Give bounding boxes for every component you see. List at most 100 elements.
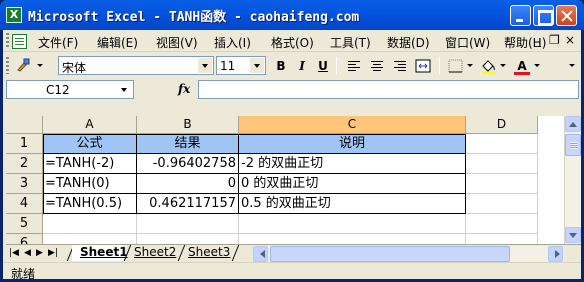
menu-format[interactable]: 格式(O) [271, 34, 314, 51]
font-size-select[interactable]: 11 [216, 56, 266, 75]
maximize-button[interactable] [533, 5, 554, 26]
name-box-dropdown-icon[interactable] [117, 82, 131, 97]
toolbar-grip[interactable] [6, 57, 9, 74]
column-header-d[interactable]: D [466, 116, 538, 134]
cell-c2[interactable]: -2 的双曲正切 [239, 154, 466, 174]
italic-button[interactable]: I [292, 57, 312, 75]
sheet-tab-1[interactable]: Sheet1 [72, 245, 128, 261]
cell-c5[interactable] [239, 214, 466, 234]
cell-c3[interactable]: 0 的双曲正切 [239, 174, 466, 194]
column-header-a[interactable]: A [43, 116, 137, 134]
row-header-3[interactable]: 3 [6, 174, 43, 194]
cell-a2[interactable]: =TANH(-2) [43, 154, 137, 174]
menu-edit[interactable]: 编辑(E) [97, 34, 138, 51]
cell-d1[interactable] [466, 134, 538, 154]
title-bar[interactable]: X Microsoft Excel - TANH函数 - caohaifeng.… [0, 0, 584, 30]
toolbar-options-icon[interactable] [37, 64, 43, 70]
column-header-b[interactable]: B [137, 116, 239, 134]
row-header-1[interactable]: 1 [6, 134, 43, 154]
cell-a1[interactable]: 公式 [43, 134, 137, 154]
formula-input[interactable] [198, 80, 579, 99]
borders-dropdown-icon[interactable] [467, 64, 473, 70]
first-sheet-icon[interactable]: |◀ [9, 248, 19, 258]
menu-file[interactable]: 文件(F) [38, 34, 78, 51]
align-left-icon[interactable] [344, 57, 364, 75]
align-right-icon[interactable] [390, 57, 410, 75]
format-painter-icon[interactable] [13, 57, 33, 75]
cell-b5[interactable] [137, 214, 239, 234]
cell-c1[interactable]: 说明 [239, 134, 466, 154]
font-size-dropdown-icon[interactable] [250, 58, 264, 73]
close-button[interactable] [556, 5, 577, 26]
arrow-up-icon [569, 118, 577, 127]
menu-grip[interactable] [6, 33, 9, 49]
cell-d4[interactable] [466, 194, 538, 214]
scroll-down-button[interactable] [565, 227, 581, 243]
arrow-left-icon [256, 250, 265, 258]
scroll-up-button[interactable] [565, 116, 581, 132]
status-bar: 就绪 [3, 262, 581, 281]
cell-b1[interactable]: 结果 [137, 134, 239, 154]
row-header-2[interactable]: 2 [6, 154, 43, 174]
table-border-left [43, 134, 44, 214]
fill-color-icon[interactable] [479, 57, 499, 75]
align-center-icon[interactable] [367, 57, 387, 75]
font-size-value: 11 [220, 59, 236, 73]
font-color-swatch [514, 72, 530, 75]
scroll-left-button[interactable] [253, 246, 268, 262]
cell-b3[interactable]: 0 [137, 174, 239, 194]
row-header-4[interactable]: 4 [6, 194, 43, 214]
bold-button[interactable]: B [271, 57, 291, 75]
cell-d5[interactable] [466, 214, 538, 234]
merge-center-icon[interactable] [413, 57, 433, 75]
menu-window[interactable]: 窗口(W) [445, 34, 490, 51]
cell-a4[interactable]: =TANH(0.5) [43, 194, 137, 214]
menu-data[interactable]: 数据(D) [387, 34, 430, 51]
cell-a3[interactable]: =TANH(0) [43, 174, 137, 194]
vertical-scrollbar[interactable] [564, 116, 581, 244]
cell-b4[interactable]: 0.462117157 [137, 194, 239, 214]
font-color-dropdown-icon[interactable] [534, 64, 540, 70]
next-sheet-icon[interactable]: ▶ [36, 248, 43, 258]
status-text: 就绪 [11, 267, 36, 281]
borders-icon[interactable] [446, 57, 466, 75]
cell-d3[interactable] [466, 174, 538, 194]
scroll-right-button[interactable] [548, 246, 563, 262]
cell-a5[interactable] [43, 214, 137, 234]
menu-insert[interactable]: 插入(I) [214, 34, 251, 51]
vertical-scroll-thumb[interactable] [565, 134, 581, 156]
font-name-select[interactable]: 宋体 [58, 56, 214, 75]
minimize-button[interactable] [510, 5, 531, 26]
cell-d2[interactable] [466, 154, 538, 174]
column-header-c[interactable]: C [239, 116, 466, 134]
toolbar-more-icon[interactable] [569, 64, 575, 70]
doc-minimize-icon[interactable]: _ [535, 33, 541, 47]
horizontal-scroll-thumb[interactable] [270, 246, 510, 262]
horizontal-scrollbar[interactable] [253, 246, 564, 262]
toolbar-separator [336, 57, 337, 74]
tab-divider [231, 245, 240, 261]
font-name-value: 宋体 [62, 61, 87, 75]
doc-restore-icon[interactable]: ❐ [549, 33, 560, 47]
cell-b2[interactable]: -0.96402758 [137, 154, 239, 174]
sheet-tab-3[interactable]: Sheet3 [180, 245, 232, 261]
underline-button[interactable]: U [313, 57, 333, 75]
row-header-5[interactable]: 5 [6, 214, 43, 234]
menu-view[interactable]: 视图(V) [156, 34, 198, 51]
font-name-dropdown-icon[interactable] [198, 58, 212, 73]
doc-close-icon[interactable]: × [565, 33, 575, 47]
cell-c4[interactable]: 0.5 的双曲正切 [239, 194, 466, 214]
sheet-tab-bar: |◀ ◀ ▶ ▶| Sheet1 Sheet2 Sheet3 [6, 244, 581, 262]
name-box-value: C12 [46, 83, 70, 97]
fill-color-dropdown-icon[interactable] [500, 64, 506, 70]
menu-tools[interactable]: 工具(T) [330, 34, 371, 51]
excel-app-icon[interactable]: X [6, 7, 22, 23]
select-all-corner[interactable] [6, 116, 43, 134]
prev-sheet-icon[interactable]: ◀ [24, 248, 31, 258]
sheet-tab-2[interactable]: Sheet2 [126, 245, 178, 261]
last-sheet-icon[interactable]: ▶| [48, 248, 58, 258]
formatting-toolbar: 宋体 11 B I U A [3, 53, 581, 78]
function-icon[interactable]: fx [178, 82, 190, 96]
workbook-icon[interactable] [12, 34, 27, 49]
name-box[interactable]: C12 [6, 80, 134, 99]
